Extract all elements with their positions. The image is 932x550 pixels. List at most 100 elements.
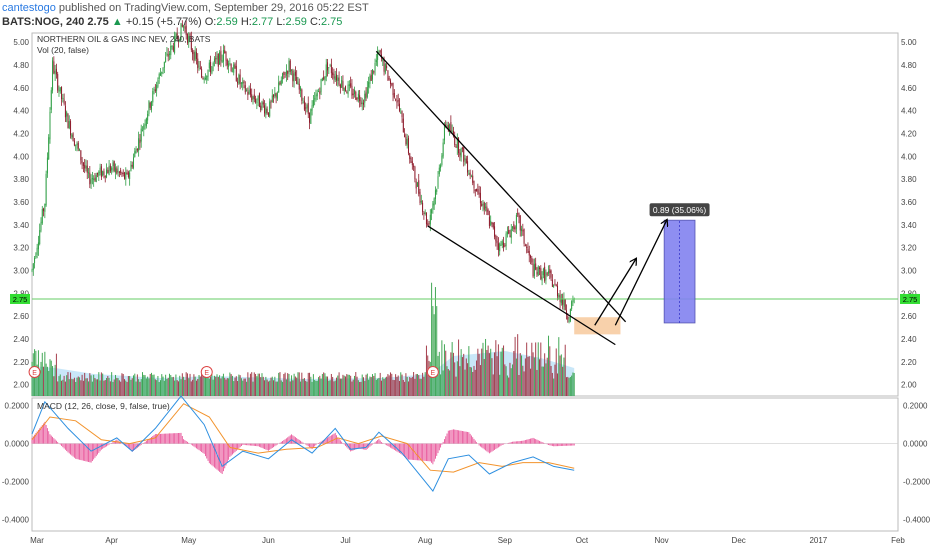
volume-bar [90, 375, 92, 396]
price-axis-tick-right: 2.20 [901, 358, 917, 367]
price-axis-tick-right: 5.00 [901, 38, 917, 47]
volume-bar [333, 381, 335, 396]
candle-body [72, 133, 74, 142]
volume-bar [366, 373, 368, 396]
volume-bar [437, 355, 439, 396]
candle-body [273, 94, 275, 97]
candle-body [338, 77, 340, 85]
volume-bar [533, 357, 535, 396]
candle-body [104, 175, 106, 178]
volume-bar [460, 349, 462, 396]
candle-body [545, 272, 547, 280]
support-zone-box[interactable] [574, 317, 621, 335]
candle-body [356, 97, 358, 101]
candle-body [204, 77, 206, 80]
volume-bar [86, 378, 88, 396]
volume-bar [115, 374, 117, 396]
target-range-box[interactable] [663, 219, 696, 324]
volume-bar [234, 377, 236, 396]
candle-body [282, 73, 284, 80]
volume-bar [63, 375, 65, 396]
macd-axis-tick-left: 0.0000 [5, 440, 30, 449]
volume-bar [235, 376, 237, 396]
candle-body [157, 80, 159, 87]
volume-bar [120, 381, 122, 396]
volume-bar [521, 355, 523, 396]
x-axis-tick: Jun [262, 536, 275, 545]
candle-body [158, 73, 160, 79]
candle-body [446, 125, 448, 127]
volume-bar [572, 372, 574, 396]
candle-body [159, 73, 161, 76]
volume-bar [117, 378, 119, 396]
candle-body [224, 50, 226, 54]
volume-bar [324, 373, 326, 396]
volume-bar [433, 314, 435, 396]
candle-body [369, 76, 371, 84]
candle-body [247, 91, 249, 96]
volume-bar [512, 364, 514, 396]
candle-body [136, 148, 138, 151]
volume-bar [339, 378, 341, 396]
candle-body [283, 71, 285, 75]
volume-bar [539, 359, 541, 396]
volume-bar [503, 345, 505, 396]
candle-body [37, 242, 39, 250]
volume-bar [560, 354, 562, 396]
candle-body [73, 140, 75, 146]
candle-body [100, 166, 102, 178]
candle-body [424, 212, 426, 215]
volume-bar [183, 376, 185, 396]
volume-bar [447, 369, 449, 396]
volume-bar [442, 370, 444, 396]
candle-body [216, 56, 218, 60]
candle-body [278, 82, 280, 93]
candle-body [93, 178, 95, 181]
volume-bar [139, 381, 141, 396]
candle-body [514, 227, 516, 230]
volume-bar [527, 356, 529, 396]
volume-bar [478, 353, 480, 396]
candle-body [569, 308, 571, 322]
candle-body [422, 202, 424, 212]
publisher-name[interactable]: cantestogo [2, 2, 56, 14]
candle-body [487, 210, 489, 216]
volume-bar [392, 379, 394, 396]
volume-bar [228, 378, 230, 396]
low-value: 2.59 [285, 16, 307, 28]
price-axis-tick-left: 4.80 [13, 61, 29, 70]
candle-body [440, 165, 442, 169]
volume-bar [427, 355, 429, 396]
candle-body [324, 76, 326, 81]
volume-bar [483, 358, 485, 396]
instrument-title: NORTHERN OIL & GAS INC NEV, 240, BATS [37, 34, 211, 44]
volume-bar [346, 374, 348, 396]
candle-body [482, 204, 484, 206]
volume-bar [162, 376, 164, 396]
candle-body [368, 82, 370, 88]
volume-bar [524, 358, 526, 396]
volume-bar [213, 375, 215, 396]
candle-body [515, 214, 517, 229]
last-price-tag-label: 2.75 [903, 295, 918, 304]
price-axis-tick-right: 3.00 [901, 266, 917, 275]
candle-body [522, 230, 524, 232]
candle-body [222, 50, 224, 62]
candle-body [483, 202, 485, 210]
volume-bar [383, 379, 385, 396]
candle-body [270, 101, 272, 103]
volume-bar [253, 372, 255, 396]
candle-body [220, 50, 222, 61]
volume-bar [118, 380, 120, 396]
volume-bar [456, 361, 458, 396]
volume-bar [451, 342, 453, 396]
volume-bar [125, 380, 127, 396]
candle-body [486, 206, 488, 212]
symbol-label[interactable]: BATS:NOG, 240 [2, 16, 84, 28]
volume-bar [495, 340, 497, 396]
candle-body [301, 89, 303, 101]
volume-bar [544, 353, 546, 396]
candle-body [392, 82, 394, 96]
volume-bar [540, 342, 542, 396]
price-axis-tick-left: 2.60 [13, 312, 29, 321]
